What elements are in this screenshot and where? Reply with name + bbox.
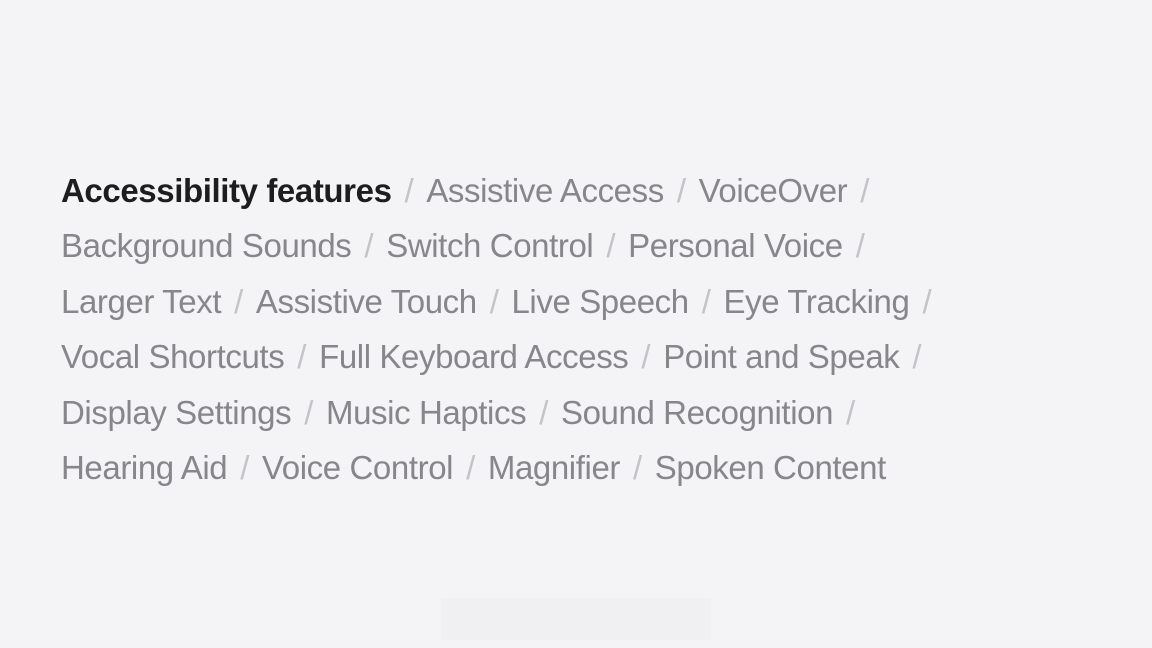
separator: /: [489, 282, 499, 320]
feature-item: Spoken Content: [654, 449, 886, 487]
feature-item: Hearing Aid: [61, 449, 228, 487]
feature-item: Music Haptics: [326, 393, 527, 431]
feature-line-6: Hearing Aid / Voice Control / Magnifier / Spok…: [61, 440, 1121, 495]
separator: /: [240, 449, 249, 487]
separator: /: [922, 282, 932, 320]
separator: /: [606, 227, 616, 265]
accessibility-feature-list: Accessibility features / Assistive Access /…: [61, 163, 1121, 495]
separator: /: [404, 172, 414, 209]
feature-item: Background Sounds: [61, 227, 352, 265]
feature-line-4: Vocal Shortcuts / Full Keyboard Access / Poi…: [61, 329, 1121, 384]
feature-item: Display Settings: [61, 393, 292, 431]
feature-item: Assistive Access: [426, 172, 664, 209]
separator: /: [632, 449, 642, 487]
feature-line-5: Display Settings / Music Haptics / Sound Rec…: [61, 385, 1121, 440]
feature-item: Switch Control: [386, 227, 594, 265]
feature-item: Magnifier: [487, 449, 621, 487]
separator: /: [364, 227, 374, 265]
separator: /: [855, 227, 865, 265]
feature-item: Point and Speak: [663, 338, 900, 376]
feature-item: Full Keyboard Access: [319, 338, 629, 376]
separator: /: [846, 393, 855, 431]
feature-line-3: Larger Text / Assistive Touch / Live Speech /…: [61, 274, 1121, 329]
separator: /: [912, 338, 922, 376]
feature-item: Eye Tracking: [723, 282, 910, 320]
separator: /: [304, 393, 313, 431]
separator: /: [701, 282, 711, 320]
feature-item: VoiceOver: [698, 172, 848, 209]
feature-item: Sound Recognition: [560, 393, 834, 431]
feature-line-2: Background Sounds / Switch Control / Persona…: [61, 218, 1121, 273]
feature-item: Larger Text: [61, 282, 222, 320]
feature-item: Vocal Shortcuts: [61, 338, 285, 376]
separator: /: [297, 338, 307, 376]
separator: /: [641, 338, 651, 376]
separator: /: [676, 172, 686, 209]
separator: /: [466, 449, 475, 487]
feature-item: Personal Voice: [628, 227, 843, 265]
feature-line-1: Accessibility features / Assistive Access /…: [61, 163, 1121, 218]
feature-item: Voice Control: [262, 449, 454, 487]
separator: /: [539, 393, 548, 431]
bottom-placeholder-bar: [441, 598, 711, 640]
separator: /: [860, 172, 870, 209]
feature-item: Live Speech: [511, 282, 689, 320]
list-heading: Accessibility features: [61, 172, 392, 209]
feature-item: Assistive Touch: [255, 282, 477, 320]
separator: /: [234, 282, 243, 320]
